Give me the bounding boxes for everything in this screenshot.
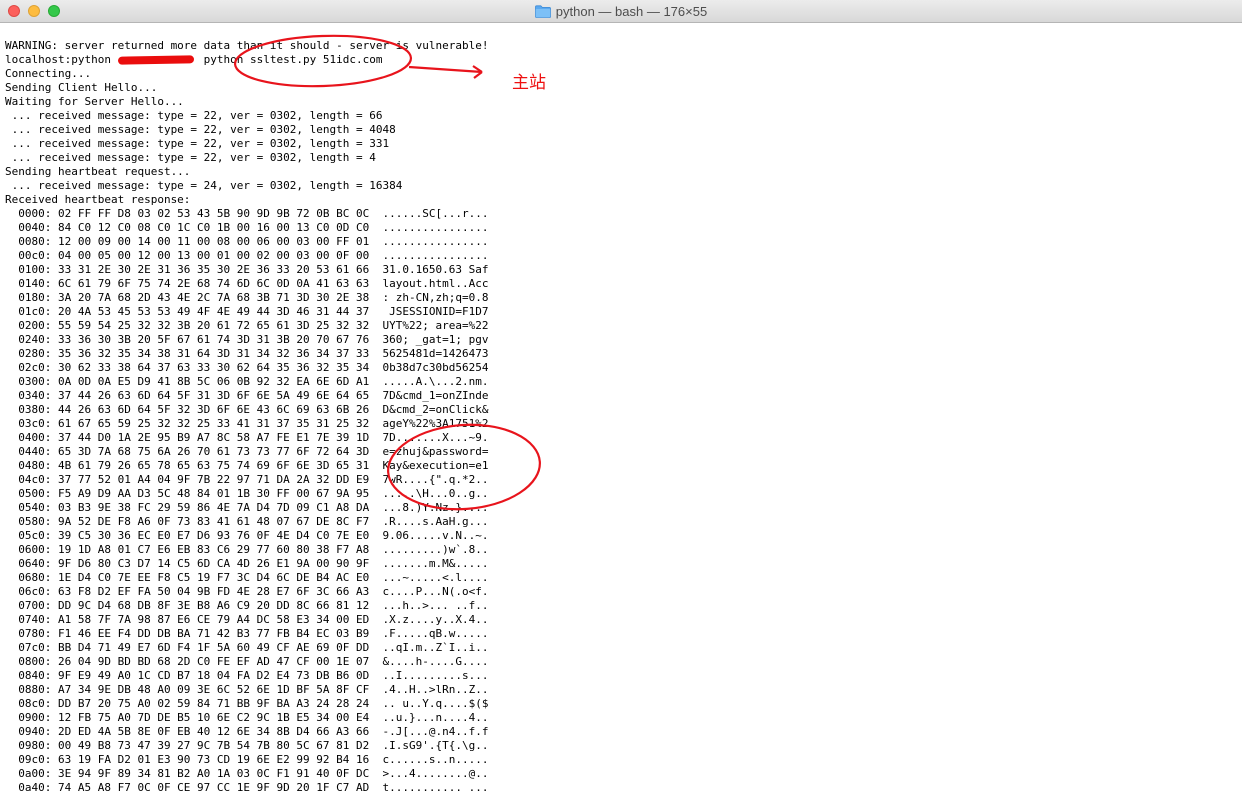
terminal-line: 0540: 03 B3 9E 38 FC 29 59 86 4E 7A D4 7… <box>5 501 489 514</box>
terminal-line: Received heartbeat response: <box>5 193 191 206</box>
terminal-line: ... received message: type = 22, ver = 0… <box>5 151 376 164</box>
terminal-line: 0940: 2D ED 4A 5B 8E 0F EB 40 12 6E 34 8… <box>5 725 489 738</box>
terminal-line: ... received message: type = 22, ver = 0… <box>5 137 390 150</box>
terminal-line: 0000: 02 FF FF D8 03 02 53 43 5B 90 9D 9… <box>5 207 489 220</box>
terminal-line: 0900: 12 FB 75 A0 7D DE B5 10 6E C2 9C 1… <box>5 711 489 724</box>
terminal-line: 0580: 9A 52 DE F8 A6 0F 73 83 41 61 48 0… <box>5 515 489 528</box>
terminal-line: 0380: 44 26 63 6D 64 5F 32 3D 6F 6E 43 6… <box>5 403 489 416</box>
terminal-line: ... received message: type = 22, ver = 0… <box>5 109 383 122</box>
terminal-line: 08c0: DD B7 20 75 A0 02 59 84 71 BB 9F B… <box>5 697 489 710</box>
terminal-line: 0080: 12 00 09 00 14 00 11 00 08 00 06 0… <box>5 235 489 248</box>
terminal-output[interactable]: WARNING: server returned more data than … <box>5 39 1237 799</box>
terminal-line: 05c0: 39 C5 30 36 EC E0 E7 D6 93 76 0F 4… <box>5 529 489 542</box>
terminal-line: 0600: 19 1D A8 01 C7 E6 EB 83 C6 29 77 6… <box>5 543 489 556</box>
terminal-line: 0300: 0A 0D 0A E5 D9 41 8B 5C 06 0B 92 3… <box>5 375 489 388</box>
terminal-line: 04c0: 37 77 52 01 A4 04 9F 7B 22 97 71 D… <box>5 473 489 486</box>
terminal-line: 0100: 33 31 2E 30 2E 31 36 35 30 2E 36 3… <box>5 263 489 276</box>
terminal-line: 01c0: 20 4A 53 45 53 53 49 4F 4E 49 44 3… <box>5 305 489 318</box>
terminal-line: 0440: 65 3D 7A 68 75 6A 26 70 61 73 73 7… <box>5 445 489 458</box>
terminal-line: 0400: 37 44 D0 1A 2E 95 B9 A7 8C 58 A7 F… <box>5 431 489 444</box>
terminal-line: 0340: 37 44 26 63 6D 64 5F 31 3D 6F 6E 5… <box>5 389 489 402</box>
terminal-line: 0700: DD 9C D4 68 DB 8F 3E B8 A6 C9 20 D… <box>5 599 489 612</box>
terminal-line: 06c0: 63 F8 D2 EF FA 50 04 9B FD 4E 28 E… <box>5 585 489 598</box>
redaction-mark <box>117 55 195 65</box>
terminal-line: 0a00: 3E 94 9F 89 34 81 B2 A0 1A 03 0C F… <box>5 767 489 780</box>
terminal-line: 0500: F5 A9 D9 AA D3 5C 48 84 01 1B 30 F… <box>5 487 489 500</box>
terminal-line: 0740: A1 58 7F 7A 98 87 E6 CE 79 A4 DC 5… <box>5 613 489 626</box>
terminal-line: Sending heartbeat request... <box>5 165 191 178</box>
terminal-line: 0280: 35 36 32 35 34 38 31 64 3D 31 34 3… <box>5 347 489 360</box>
terminal-line: 0480: 4B 61 79 26 65 78 65 63 75 74 69 6… <box>5 459 489 472</box>
main-site-label: 主站 <box>512 73 546 93</box>
terminal-line: 0640: 9F D6 80 C3 D7 14 C5 6D CA 4D 26 E… <box>5 557 489 570</box>
terminal-line: 0680: 1E D4 C0 7E EE F8 C5 19 F7 3C D4 6… <box>5 571 489 584</box>
terminal-line: 0140: 6C 61 79 6F 75 74 2E 68 74 6D 6C 0… <box>5 277 489 290</box>
terminal-line: 0780: F1 46 EE F4 DD DB BA 71 42 B3 77 F… <box>5 627 489 640</box>
terminal-line: 0880: A7 34 9E DB 48 A0 09 3E 6C 52 6E 1… <box>5 683 489 696</box>
terminal-line: Waiting for Server Hello... <box>5 95 184 108</box>
terminal-line: ... received message: type = 24, ver = 0… <box>5 179 403 192</box>
terminal-line: 0840: 9F E9 49 A0 1C CD B7 18 04 FA D2 E… <box>5 669 489 682</box>
terminal-line: 0240: 33 36 30 3B 20 5F 67 61 74 3D 31 3… <box>5 333 489 346</box>
window-title-area: python — bash — 176×55 <box>0 0 1242 22</box>
terminal-line: 0040: 84 C0 12 C0 08 C0 1C C0 1B 00 16 0… <box>5 221 489 234</box>
terminal-line: 0980: 00 49 B8 73 47 39 27 9C 7B 54 7B 8… <box>5 739 489 752</box>
terminal-line: 03c0: 61 67 65 59 25 32 32 25 33 41 31 3… <box>5 417 489 430</box>
terminal-line: WARNING: server returned more data than … <box>5 39 489 52</box>
terminal-line: 02c0: 30 62 33 38 64 37 63 33 30 62 64 3… <box>5 361 489 374</box>
terminal-line: 0a40: 74 A5 A8 F7 0C 0F CE 97 CC 1E 9F 9… <box>5 781 489 794</box>
folder-icon <box>534 4 551 18</box>
terminal-line: Sending Client Hello... <box>5 81 158 94</box>
terminal-line: 00c0: 04 00 05 00 12 00 13 00 01 00 02 0… <box>5 249 489 262</box>
terminal-line: Connecting... <box>5 67 92 80</box>
terminal-line: ... received message: type = 22, ver = 0… <box>5 123 396 136</box>
window-title: python — bash — 176×55 <box>555 3 708 19</box>
terminal-line: 09c0: 63 19 FA D2 01 E3 90 73 CD 19 6E E… <box>5 753 489 766</box>
window-titlebar: python — bash — 176×55 <box>0 0 1242 23</box>
terminal-line: 0180: 3A 20 7A 68 2D 43 4E 2C 7A 68 3B 7… <box>5 291 489 304</box>
terminal-line: 0200: 55 59 54 25 32 32 3B 20 61 72 65 6… <box>5 319 489 332</box>
terminal-line: 0800: 26 04 9D BD BD 68 2D C0 FE EF AD 4… <box>5 655 489 668</box>
terminal-line: 07c0: BB D4 71 49 E7 6D F4 1F 5A 60 49 C… <box>5 641 489 654</box>
